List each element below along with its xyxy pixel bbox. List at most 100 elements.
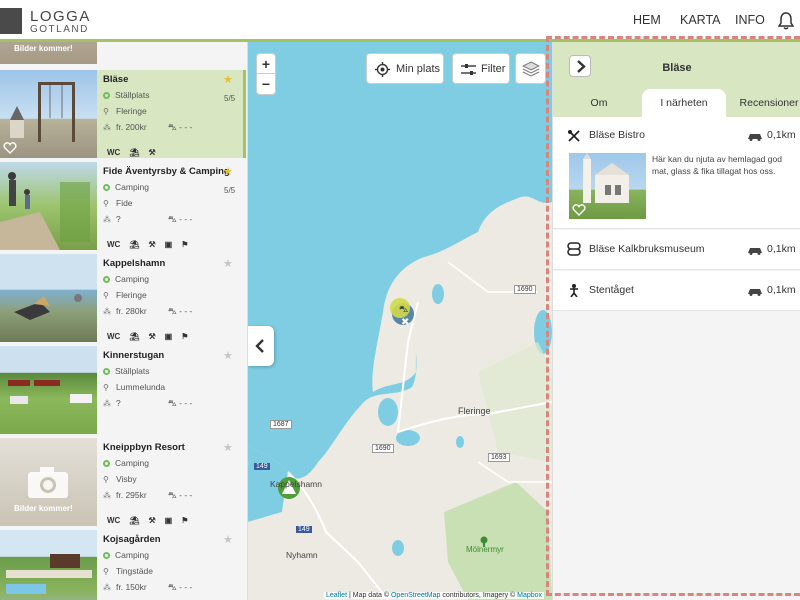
car-icon: ⛍ xyxy=(168,122,180,132)
logo-text[interactable]: LOGGA xyxy=(30,8,91,25)
museum-icon xyxy=(567,242,581,256)
card-type: Ställplats xyxy=(103,90,150,100)
car-icon xyxy=(748,289,762,296)
top-header: LOGGA GOTLAND HEM KARTA INFO xyxy=(0,0,800,42)
card-title[interactable]: Kojsagården xyxy=(103,534,161,545)
nearby-item[interactable]: Bläse Kalkbruksmuseum 0,1km xyxy=(553,230,800,270)
map-view[interactable]: ⛍ ✖ Fleringe Kappelshamn Nyhamn Mölnermy… xyxy=(248,42,552,600)
card-distance: ⛍ - - - xyxy=(168,122,193,132)
nav-hem[interactable]: HEM xyxy=(633,13,661,27)
osm-link[interactable]: OpenStreetMap xyxy=(391,592,440,599)
nearby-item[interactable]: Bläse Bistro 0,1km Här kan du njuta av h… xyxy=(553,117,800,229)
dump-icon: ⚑ xyxy=(181,516,189,526)
card-distance: ⛍ - - - xyxy=(168,306,193,316)
bell-icon[interactable] xyxy=(778,12,794,30)
star-icon[interactable]: ★ xyxy=(223,73,233,86)
list-card-kojsagarden[interactable]: Kojsagården ★ Camping ⚲ Tingstäde ⁂ fr. 15… xyxy=(0,530,246,600)
card-type: Camping xyxy=(103,550,149,560)
type-dot-icon xyxy=(103,460,110,468)
electricity-icon: ▣ xyxy=(164,516,173,526)
tab-nearby[interactable]: I närheten xyxy=(642,89,726,117)
chevron-left-icon xyxy=(255,339,264,353)
star-icon[interactable]: ★ xyxy=(223,349,233,362)
price-icon: ⁂ xyxy=(103,491,111,500)
nearby-item[interactable]: Stentåget 0,1km xyxy=(553,271,800,311)
road-shield: 1690 xyxy=(372,444,394,453)
list-card-partial[interactable]: Bilder kommer! xyxy=(0,42,246,64)
filter-button[interactable]: Filter xyxy=(452,53,510,84)
wc-icon: WC xyxy=(107,516,121,526)
nearby-name[interactable]: Stentåget xyxy=(589,284,634,296)
pin-icon: ⚲ xyxy=(103,291,109,300)
leaflet-link[interactable]: Leaflet xyxy=(326,592,347,599)
layers-button[interactable] xyxy=(515,53,546,84)
pin-icon: ⚲ xyxy=(103,383,109,392)
card-title[interactable]: Kneippbyn Resort xyxy=(103,442,185,453)
map-label-fleringe: Fleringe xyxy=(458,406,491,416)
type-dot-icon xyxy=(103,552,110,560)
star-icon[interactable]: ★ xyxy=(223,257,233,270)
price-icon: ⁂ xyxy=(103,583,111,592)
card-title[interactable]: Fide Äventyrsby & Camping xyxy=(103,166,230,177)
list-card-kinnerstugan[interactable]: Kinnerstugan ★ Ställplats ⚲ Lummelunda ⁂?… xyxy=(0,346,246,434)
nearby-image[interactable] xyxy=(569,153,646,219)
route-shield: 149 xyxy=(296,526,312,533)
nearby-name[interactable]: Bläse Bistro xyxy=(589,129,645,141)
tap-icon: ⚒ xyxy=(148,332,156,342)
nearby-distance: 0,1km xyxy=(767,243,796,255)
zoom-in-button[interactable]: + xyxy=(257,54,275,74)
my-location-button[interactable]: Min plats xyxy=(366,53,444,84)
car-icon: ⛍ xyxy=(168,398,180,408)
car-icon: ⛍ xyxy=(168,306,180,316)
nearby-name[interactable]: Bläse Kalkbruksmuseum xyxy=(589,243,705,255)
nearby-description: Här kan du njuta av hemlagad god mat, gl… xyxy=(652,154,782,176)
type-dot-icon xyxy=(103,92,110,100)
star-icon[interactable]: ★ xyxy=(223,165,233,178)
campsite-list[interactable]: Bilder kommer! Bläse ★ 5/5 Ställplats ⚲ F… xyxy=(0,42,248,600)
list-card-blase[interactable]: Bläse ★ 5/5 Ställplats ⚲ Fleringe ⁂ fr. 20… xyxy=(0,70,246,158)
card-location: ⚲ Fide xyxy=(103,198,133,208)
card-title[interactable]: Bläse xyxy=(103,74,128,85)
dump-icon: ⚑ xyxy=(181,332,189,342)
tab-reviews[interactable]: Recensioner xyxy=(729,89,800,117)
boat-photo xyxy=(14,294,82,320)
image-placeholder-label: Bilder kommer! xyxy=(14,504,73,513)
collapse-list-button[interactable] xyxy=(248,326,274,366)
list-card-fide[interactable]: Fide Äventyrsby & Camping ★ 5/5 Camping … xyxy=(0,162,246,250)
tab-om[interactable]: Om xyxy=(559,89,639,117)
nav-info[interactable]: INFO xyxy=(735,13,765,27)
logo-mark[interactable] xyxy=(0,8,22,34)
star-icon[interactable]: ★ xyxy=(223,441,233,454)
card-thumbnail xyxy=(0,70,97,158)
nav-karta[interactable]: KARTA xyxy=(680,13,721,27)
attraction-icon xyxy=(570,284,578,297)
car-icon: ⛍ xyxy=(168,214,180,224)
campervans-photo xyxy=(8,380,92,404)
pool-photo xyxy=(6,554,92,594)
type-dot-icon xyxy=(103,184,110,192)
star-icon[interactable]: ★ xyxy=(223,533,233,546)
panel-tabs: Om I närheten Recensioner xyxy=(553,89,800,117)
list-card-kneippbyn[interactable]: Bilder kommer! Kneippbyn Resort ★ Campin… xyxy=(0,438,246,526)
pin-icon: ⚲ xyxy=(103,475,109,484)
svg-text:⛍: ⛍ xyxy=(399,304,408,314)
price-icon: ⁂ xyxy=(103,399,111,408)
map-canvas[interactable]: ⛍ ✖ xyxy=(248,42,552,600)
zoom-control: + − xyxy=(256,53,276,95)
card-title[interactable]: Kappelshamn xyxy=(103,258,165,269)
car-icon xyxy=(748,134,762,141)
amenities: WC ⛱ ⚒ ▣ ⚑ xyxy=(107,512,197,526)
card-type: Camping xyxy=(103,182,149,192)
card-title[interactable]: Kinnerstugan xyxy=(103,350,164,361)
map-label-molnermyr: Mölnermyr xyxy=(466,545,504,554)
logo-subtext[interactable]: GOTLAND xyxy=(30,24,89,35)
mapbox-link[interactable]: Mapbox xyxy=(517,592,542,599)
panel-title: Bläse xyxy=(662,62,692,74)
zoom-out-button[interactable]: − xyxy=(257,74,275,94)
list-card-kappelshamn[interactable]: Kappelshamn ★ Camping ⚲ Fleringe ⁂ fr. 280… xyxy=(0,254,246,342)
card-location: ⚲ Tingstäde xyxy=(103,566,154,576)
heart-icon[interactable] xyxy=(572,204,586,216)
wc-icon: WC xyxy=(107,240,121,250)
heart-icon[interactable] xyxy=(3,142,17,154)
card-location: ⚲ Visby xyxy=(103,474,137,484)
